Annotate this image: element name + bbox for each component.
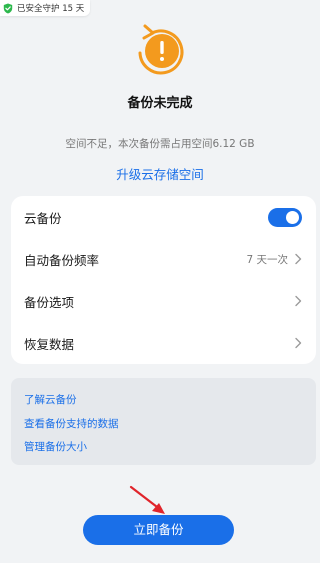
backup-frequency-value: 7 天一次 (246, 253, 288, 266)
pointer-arrow-icon (129, 485, 165, 514)
learn-cloud-backup-link[interactable]: 了解云备份 (24, 392, 77, 407)
chevron-right-icon (295, 337, 302, 349)
warning-exclamation-icon (138, 24, 184, 75)
manage-backup-size-link[interactable]: 管理备份大小 (24, 439, 87, 454)
restore-data-label: 恢复数据 (24, 336, 75, 352)
backup-options-row[interactable]: 备份选项 (11, 280, 316, 322)
help-links-card: 了解云备份 查看备份支持的数据 管理备份大小 (11, 378, 316, 465)
cloud-backup-row: 云备份 (11, 196, 316, 238)
chevron-right-icon (295, 253, 302, 265)
shield-check-icon (3, 3, 13, 13)
restore-data-row[interactable]: 恢复数据 (11, 322, 316, 364)
backup-frequency-label: 自动备份频率 (24, 252, 100, 268)
cloud-backup-label: 云备份 (24, 210, 62, 226)
status-title: 备份未完成 (127, 96, 193, 111)
backup-settings-card: 云备份 自动备份频率 7 天一次 备份选项 恢复数据 (11, 196, 316, 364)
upgrade-storage-link[interactable]: 升级云存储空间 (0, 164, 320, 183)
status-description: 空间不足，本次备份需占用空间6.12 GB (65, 138, 255, 150)
cloud-backup-toggle[interactable] (268, 207, 302, 227)
backup-now-button[interactable]: 立即备份 (83, 515, 234, 545)
supported-data-link[interactable]: 查看备份支持的数据 (24, 416, 119, 431)
toggle-knob (286, 210, 299, 224)
security-badge-text: 已安全守护 15 天 (17, 4, 85, 14)
backup-options-label: 备份选项 (24, 294, 75, 310)
security-badge: 已安全守护 15 天 (0, 0, 91, 16)
backup-frequency-row[interactable]: 自动备份频率 7 天一次 (11, 238, 316, 280)
chevron-right-icon (295, 295, 302, 307)
